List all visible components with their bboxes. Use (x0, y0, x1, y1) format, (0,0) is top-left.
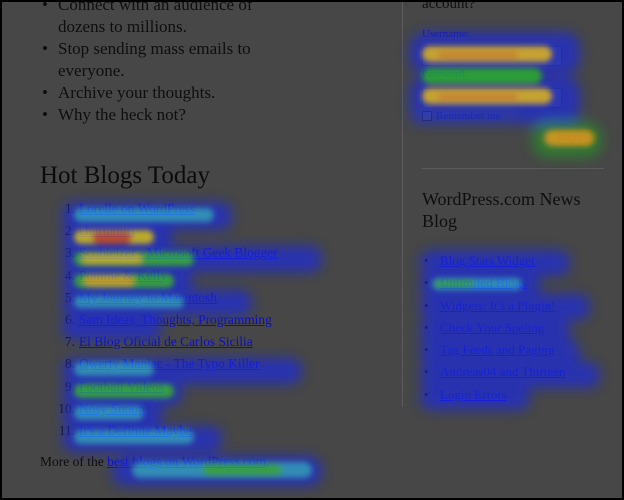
list-item: • Widgets: It's a Plugin! (424, 297, 556, 313)
list-item: 5. My Journey to Macintosh (64, 289, 217, 305)
login-heading: account? (422, 0, 476, 12)
blog-link[interactable]: Scobleizer - Microsoft Geek Blogger (79, 245, 278, 260)
list-item: 4. Pomme & Kelly (64, 267, 167, 283)
hot-blogs-heading: Hot Blogs Today (40, 162, 211, 189)
list-item: • Unlimited Blogs (424, 275, 527, 291)
bullet-item: • Why the heck not? (42, 105, 186, 124)
blog-link[interactable]: My Journey to Macintosh (79, 290, 217, 305)
news-list: • Blog Stats Widget • Unlimited Blogs • Wid… (422, 250, 565, 406)
blog-link[interactable]: Nosy Snoop (79, 401, 145, 416)
feature-bullets: • Connect with an audience of dozens to mi… (40, 0, 385, 126)
remember-checkbox[interactable] (422, 111, 432, 122)
best-blogs-link[interactable]: best blogs on WordPress.com (107, 454, 266, 469)
list-item: 8. Qwerty Maniac - The Typo Killer (64, 356, 260, 372)
column-divider (402, 2, 403, 407)
list-item: 7. El Blog Oficial de Carlos Sicilia (64, 334, 253, 350)
blog-link[interactable]: Pomme & Kelly (79, 268, 167, 283)
remember-me[interactable]: Remember me (422, 110, 500, 122)
news-link[interactable]: Check Your Speling (440, 320, 544, 335)
news-link[interactable]: Login Errors (440, 387, 507, 402)
list-item: • Andreas04 and Thirteen (424, 364, 566, 380)
blog-link[interactable]: It's a Definite Maybe (79, 423, 192, 438)
bullet-item: • Connect with an audience of dozens to mi… (42, 0, 253, 36)
news-blog-heading: WordPress.com News Blog (422, 189, 581, 231)
list-item: 2. churumuri (64, 223, 135, 239)
hot-blogs-list: 1. Lorelle on WordPress 2. churumuri 3. Sco… (40, 198, 278, 442)
list-item: 1. Lorelle on WordPress (64, 201, 196, 216)
sidebar-divider (422, 168, 604, 169)
list-item: • Check Your Speling (424, 319, 545, 335)
login-button[interactable]: Login » (550, 130, 598, 145)
username-label: Username: (422, 28, 470, 40)
news-link[interactable]: Tag Feeds and Paging (440, 342, 554, 357)
blog-link[interactable]: churumuri (79, 223, 135, 238)
blog-link[interactable]: Football Videos (79, 379, 164, 394)
password-label: Password: (422, 68, 468, 80)
blog-link[interactable]: Qwerty Maniac - The Typo Killer (79, 356, 259, 371)
heatmap-screenshot: • Connect with an audience of dozens to mi… (0, 0, 624, 500)
more-blogs-line: More of the best blogs on WordPress.com. (40, 454, 270, 469)
blog-link[interactable]: Sam Ideas, Thoughts, Programming (79, 312, 272, 327)
list-item: 9. Football Videos (64, 378, 164, 394)
bullet-item: • Stop sending mass emails to everyone. (42, 39, 251, 80)
bullet-item: • Archive your thoughts. (42, 83, 216, 102)
list-item: • Blog Stats Widget (424, 253, 535, 268)
news-link[interactable]: Andreas04 and Thirteen (440, 364, 565, 379)
blog-link[interactable]: Lorelle on WordPress (79, 201, 195, 216)
main-column: • Connect with an audience of dozens to mi… (40, 0, 385, 469)
news-link[interactable]: Unlimited Blogs (440, 275, 526, 290)
list-item: • Tag Feeds and Paging (424, 342, 555, 358)
list-item: 3. Scobleizer - Microsoft Geek Blogger (64, 245, 278, 261)
news-link[interactable]: Widgets: It's a Plugin! (440, 298, 556, 313)
news-link[interactable]: Blog Stats Widget (440, 253, 535, 268)
list-item: 11. It's a Definite Maybe (58, 422, 192, 438)
list-item: 6. Sam Ideas, Thoughts, Programming (64, 311, 272, 327)
password-field[interactable] (422, 88, 562, 108)
list-item: • Login Errors (424, 386, 507, 402)
blog-link[interactable]: El Blog Oficial de Carlos Sicilia (79, 334, 253, 349)
list-item: 10. Nosy Snoop (58, 400, 145, 416)
username-field[interactable] (422, 46, 562, 66)
